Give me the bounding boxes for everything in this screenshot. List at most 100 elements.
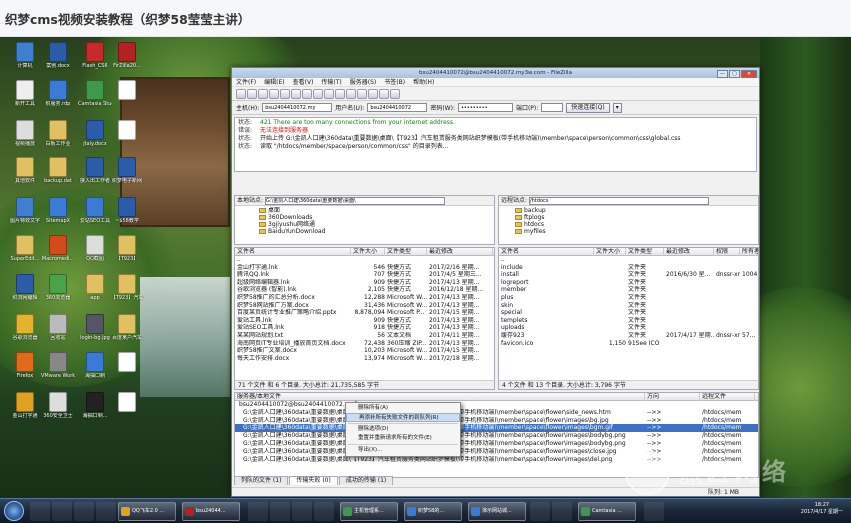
file-row[interactable]: 每天工作安排.docx 13,974 Microsoft W... 2017/2/18… — [235, 355, 494, 363]
tree-node[interactable]: 桌面 — [239, 207, 490, 214]
site-manager-icon[interactable] — [236, 89, 246, 99]
desktop-icon[interactable]: 360浏览器 — [41, 274, 75, 301]
desktop-icon[interactable]: 新开工具 — [8, 80, 42, 107]
desktop-icon[interactable]: 织服务.rdp — [41, 80, 75, 107]
toggle-log-icon[interactable] — [258, 89, 268, 99]
desktop-icon[interactable]: SuperEdit... — [8, 235, 42, 262]
column-header[interactable]: 文件大小 — [594, 248, 626, 256]
desktop-icon[interactable]: 360安全卫士 — [41, 392, 75, 419]
file-row[interactable]: 某某网站规划.txt 56 文本文档 2017/4/11 星期... — [235, 332, 494, 340]
file-row[interactable]: .. — [235, 256, 494, 264]
file-row[interactable]: 腾讯QQ.lnk 707 快捷方式 2017/4/5 星期三... — [235, 271, 494, 279]
taskbar-pinned-icon[interactable] — [74, 502, 94, 521]
tree-node[interactable]: htdocs — [503, 221, 754, 228]
desktop-icon[interactable]: 百度某户汽车 — [110, 314, 144, 341]
search-icon[interactable] — [390, 89, 400, 99]
system-clock[interactable]: 18:27 2017/4/17 星期一 — [801, 502, 843, 516]
tree-node[interactable]: myfiles — [503, 228, 754, 235]
column-header[interactable]: 最近修改 — [664, 248, 714, 256]
taskbar-app-button[interactable]: 织梦58的... — [404, 502, 462, 521]
queue-row[interactable]: G:\金凯人口建\360data\重要数据\桌面\【T923】汽车租赁服务类网站… — [235, 417, 758, 425]
column-header[interactable]: 文件名 — [499, 248, 594, 256]
username-input[interactable] — [367, 103, 428, 112]
menu-server[interactable]: 服务器(S) — [350, 79, 377, 86]
desktop-icon[interactable]: ~$58教学 — [110, 197, 144, 224]
toggle-tree-icon[interactable] — [269, 89, 279, 99]
maximize-button[interactable]: ▢ — [729, 70, 740, 78]
toggle-remote-tree-icon[interactable] — [280, 89, 290, 99]
filter-icon[interactable] — [357, 89, 367, 99]
taskbar-app-button[interactable]: 主机管理系... — [340, 502, 398, 521]
queue-row[interactable]: G:\金凯人口建\360data\重要数据\桌面\【T923】汽车租赁服务类网站… — [235, 409, 758, 417]
desktop-icon[interactable]: Camtasia Studio — [78, 80, 112, 107]
host-input[interactable] — [262, 103, 333, 112]
queue-row[interactable]: G:\金凯人口建\360data\重要数据\桌面\【T923】汽车租赁服务类网站… — [235, 424, 758, 433]
column-header[interactable]: 文件类型 — [626, 248, 664, 256]
taskbar-app-button[interactable]: Camtasia ... — [578, 502, 636, 521]
desktop-icon[interactable]: login-bg.jpg — [78, 314, 112, 341]
desktop-icon[interactable]: Firefox — [8, 352, 42, 379]
taskbar-pinned-icon[interactable] — [248, 502, 268, 521]
taskbar-pinned-icon[interactable] — [530, 502, 550, 521]
compare-icon[interactable] — [368, 89, 378, 99]
ctx-reset-reask[interactable]: 重置并重新请求所有的文件(E) — [346, 434, 460, 443]
ctx-remove-selected[interactable]: 删除选项(D) — [346, 425, 460, 434]
file-row[interactable]: plus 文件夹 — [499, 294, 758, 302]
message-log[interactable]: 状态: 421 There are too many connections fr… — [234, 117, 757, 172]
menu-edit[interactable]: 编辑(E) — [264, 79, 284, 86]
desktop-icon[interactable] — [110, 352, 144, 373]
password-input[interactable] — [457, 103, 513, 112]
desktop-icon[interactable]: jtaiy.docx — [78, 120, 112, 147]
file-row[interactable]: 金山打字通.lnk 546 快捷方式 2017/2/16 星期... — [235, 264, 494, 272]
desktop-icon[interactable]: 视频播放 — [8, 120, 42, 147]
local-site-input[interactable] — [264, 196, 445, 205]
remote-site-input[interactable] — [528, 197, 709, 205]
queue-col-direction[interactable]: 方向 — [645, 393, 700, 401]
tab-failed-transfers[interactable]: 传输失败 (0) — [289, 476, 338, 485]
taskbar-pinned-icon[interactable] — [292, 502, 312, 521]
file-row[interactable]: 超级网络编辑器.lnk 909 快捷方式 2017/4/13 星期... — [235, 279, 494, 287]
reconnect-icon[interactable] — [346, 89, 356, 99]
disconnect-icon[interactable] — [335, 89, 345, 99]
menu-file[interactable]: 文件(F) — [236, 79, 256, 86]
file-row[interactable]: templets 文件夹 — [499, 317, 758, 325]
file-row[interactable]: install 文件夹 2016/6/30 星... dnssr-xr-x1004..… — [499, 271, 758, 279]
process-queue-icon[interactable] — [313, 89, 323, 99]
taskbar-pinned-icon[interactable] — [270, 502, 290, 521]
tree-node[interactable]: backup — [503, 207, 754, 214]
quickconnect-button[interactable]: 快速连接(Q) — [566, 102, 610, 113]
file-row[interactable]: 织梦58推广文案.docx 10,203 Microsoft W... 2017/4/… — [235, 347, 494, 355]
desktop-icon[interactable]: 计算机 — [8, 42, 42, 69]
ctx-remove-all[interactable]: 删除所有(A) — [346, 404, 460, 413]
column-header[interactable]: 最近修改 — [427, 248, 493, 256]
file-row[interactable]: 海南网页IT专业培训_播放首页文档.docx 72,438 360压缩 ZIP...… — [235, 340, 494, 348]
desktop-icon[interactable]: 白板工作业 — [41, 120, 75, 147]
desktop-icon[interactable]: backup.dat — [41, 157, 75, 184]
file-row[interactable]: skin 文件夹 — [499, 302, 758, 310]
tab-successful-transfers[interactable]: 成功的传输 (1) — [338, 476, 394, 485]
desktop-icon[interactable]: QQ截图 — [78, 235, 112, 262]
desktop-icon[interactable]: Macromedi... — [41, 235, 75, 262]
ctx-export[interactable]: 导出(X)... — [346, 446, 460, 455]
local-file-list[interactable]: 文件名 文件大小 文件类型 最近修改 .. 金山打字通.lnk 546 快捷方式 2017/2… — [234, 247, 495, 390]
file-row[interactable]: favicon.ico 1,150 91See ICO — [499, 340, 758, 348]
sync-browse-icon[interactable] — [379, 89, 389, 99]
file-row[interactable]: 织梦58推广的汇总分析.docx 12,288 Microsoft W... 2017… — [235, 294, 494, 302]
tree-node[interactable]: 360Downloads — [239, 214, 490, 221]
column-header[interactable]: 文件名 — [235, 248, 351, 256]
desktop-icon[interactable]: 织浏网编辑 — [8, 274, 42, 301]
port-input[interactable] — [541, 103, 564, 112]
desktop-icon[interactable]: 爱站SEO工具 — [78, 197, 112, 224]
queue-server-row[interactable]: bsu2404410072@bsu2404410072.my3w.com — [235, 401, 758, 409]
refresh-icon[interactable] — [302, 89, 312, 99]
menu-bookmarks[interactable]: 书签(B) — [384, 79, 405, 86]
desktop-icon[interactable]: VMware Workstation — [41, 352, 75, 379]
taskbar-pinned-icon[interactable] — [96, 502, 116, 521]
desktop-icon[interactable]: 海抽口制... — [78, 392, 112, 419]
tree-node[interactable]: BaiduYunDownload — [239, 228, 490, 235]
remote-file-list[interactable]: 文件名文件大小文件类型最近修改权限所有者/组 ..include文件夹insta… — [498, 247, 759, 390]
desktop-icon[interactable]: 接入出工作者 — [78, 157, 112, 184]
desktop-icon[interactable] — [110, 392, 144, 413]
taskbar-pinned-icon[interactable] — [52, 502, 72, 521]
minimize-button[interactable]: — — [717, 70, 728, 78]
